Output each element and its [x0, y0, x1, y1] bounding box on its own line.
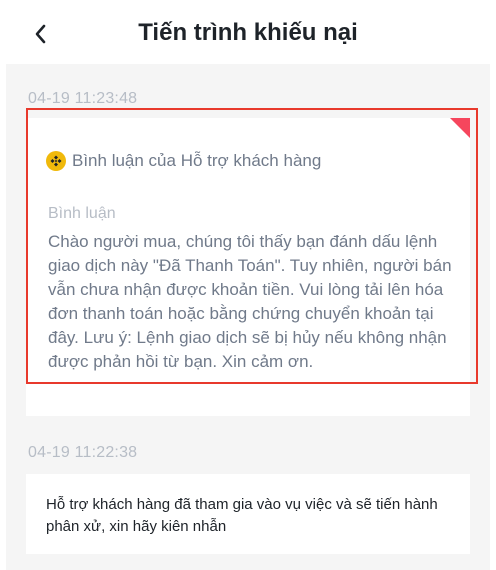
timeline-timestamp: 04-19 11:22:38	[28, 444, 138, 461]
page-title: Tiến trình khiếu nại	[138, 19, 358, 46]
unread-flag-icon	[450, 118, 470, 138]
support-joined-message: Hỗ trợ khách hàng đã tham gia vào vụ việ…	[46, 496, 438, 535]
comment-label: Bình luận	[48, 205, 116, 222]
comment-text: Chào người mua, chúng tôi thấy bạn đánh …	[48, 232, 452, 371]
binance-logo-icon	[46, 151, 66, 171]
top-bar: Tiến trình khiếu nại	[0, 0, 496, 64]
support-author-row: Bình luận của Hỗ trợ khách hàng	[46, 150, 321, 172]
timeline-timestamp: 04-19 11:23:48	[28, 90, 138, 107]
support-author-label: Bình luận của Hỗ trợ khách hàng	[72, 151, 322, 170]
